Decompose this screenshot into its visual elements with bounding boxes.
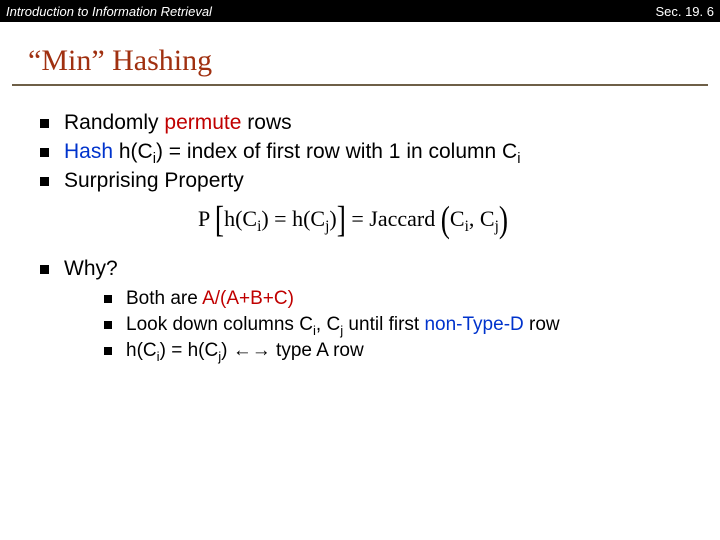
text: ) ←→ type A row <box>221 340 364 361</box>
f: h(C <box>224 205 257 230</box>
text-formula: A/(A+B+C) <box>202 288 294 309</box>
sub-i: i <box>517 151 520 167</box>
f: ] <box>337 194 346 242</box>
bullet-item: Surprising Property <box>40 168 696 195</box>
f: ) <box>329 205 336 230</box>
bullet-item: Hash h(C i) = index of first row with 1 i… <box>40 139 696 166</box>
text: Both are <box>126 288 202 309</box>
f: ) = h(C <box>261 205 325 230</box>
text: until first <box>343 314 424 335</box>
bullet-item: Randomly permute rows <box>40 110 696 137</box>
bullet-list-2: Why? Both are A/(A+B+C) Look down column… <box>40 256 696 364</box>
f: = Jaccard <box>351 205 435 230</box>
text: h(C <box>113 140 153 163</box>
text: h(C <box>126 340 157 361</box>
course-title: Introduction to Information Retrieval <box>6 4 212 19</box>
text: , C <box>316 314 340 335</box>
probability-formula: P [h(Ci) = h(Cj)] = Jaccard (Ci, Cj) <box>10 201 696 236</box>
text: ) = h(C <box>160 340 219 361</box>
top-bar: Introduction to Information Retrieval Se… <box>0 0 720 22</box>
text: Why? <box>64 257 118 280</box>
slide-title: “Min” Hashing <box>28 44 720 78</box>
f: [ <box>215 194 224 242</box>
f: ( <box>441 194 450 242</box>
f: , C <box>469 205 495 230</box>
sub-bullet-item: Both are A/(A+B+C) <box>104 287 696 311</box>
f: C <box>450 205 465 230</box>
content-area: Randomly permute rows Hash h(C i) = index… <box>0 86 720 364</box>
text: rows <box>241 111 291 134</box>
text-permute: permute <box>164 111 241 134</box>
f: P <box>198 205 209 230</box>
text: ) = index of first row with 1 in column … <box>156 140 517 163</box>
sub-list-wrap: Both are A/(A+B+C) Look down columns Ci,… <box>64 283 696 364</box>
text: Surprising Property <box>64 169 244 192</box>
sub-bullet-list: Both are A/(A+B+C) Look down columns Ci,… <box>104 287 696 364</box>
text: Look down columns C <box>126 314 313 335</box>
bullet-item: Why? Both are A/(A+B+C) Look down column… <box>40 256 696 364</box>
f: ) <box>499 194 508 242</box>
bullet-list: Randomly permute rows Hash h(C i) = index… <box>40 110 696 195</box>
text: Randomly <box>64 111 164 134</box>
title-area: “Min” Hashing <box>0 22 720 82</box>
text-hash: Hash <box>64 140 113 163</box>
sub-bullet-item: h(Ci) = h(Cj) ←→ type A row <box>104 339 696 363</box>
sub-bullet-item: Look down columns Ci, Cj until first non… <box>104 313 696 337</box>
text-nontyped: non-Type-D <box>424 314 523 335</box>
section-ref: Sec. 19. 6 <box>655 4 714 19</box>
text: row <box>524 314 560 335</box>
